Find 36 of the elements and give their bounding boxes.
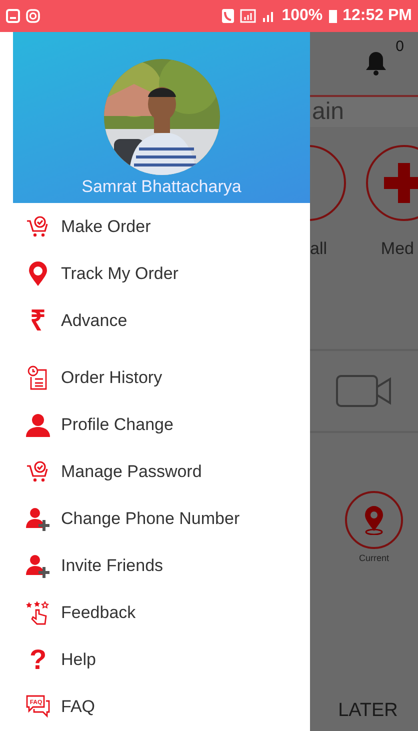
help-icon: ? xyxy=(25,646,51,672)
call-icon xyxy=(222,9,234,23)
menu-item[interactable]: ? Help xyxy=(13,636,310,683)
clock: 12:52 PM xyxy=(342,7,412,25)
notification-icon[interactable] xyxy=(364,50,388,76)
add-person-icon xyxy=(25,552,51,578)
menu-item[interactable]: ₹ Advance xyxy=(13,297,310,344)
menu-item[interactable]: Manage Password xyxy=(13,448,310,495)
battery-icon xyxy=(328,9,337,23)
video-icon[interactable] xyxy=(336,375,392,407)
location-label: Current xyxy=(358,553,389,563)
user-name: Samrat Bhattacharya xyxy=(82,177,242,197)
add-person-icon xyxy=(25,506,51,532)
location-button[interactable] xyxy=(345,491,403,549)
location-pin-icon xyxy=(362,505,386,535)
menu-item[interactable]: Make Order xyxy=(13,203,310,250)
cart-icon xyxy=(25,458,51,484)
category-label: Med xyxy=(380,239,414,260)
menu-item[interactable]: Change Phone Number xyxy=(13,495,310,542)
gallery-icon xyxy=(6,9,20,23)
currency-icon: ₹ xyxy=(25,308,51,334)
battery-percent: 100% xyxy=(282,7,323,25)
menu-item[interactable]: Profile Change xyxy=(13,401,310,448)
sim-icon xyxy=(240,9,256,23)
cart-icon xyxy=(25,214,51,240)
person-icon xyxy=(25,412,51,438)
cross-icon xyxy=(384,163,418,203)
notification-count: 0 xyxy=(396,38,404,55)
feedback-icon xyxy=(25,600,51,626)
category-label: all xyxy=(310,239,328,260)
menu-item[interactable]: Invite Friends xyxy=(13,542,310,589)
menu-item[interactable]: Track My Order xyxy=(13,250,310,297)
camera-icon xyxy=(26,9,40,23)
signal-icon xyxy=(262,9,276,23)
menu-item[interactable]: Order History xyxy=(13,354,310,401)
menu-item[interactable]: Feedback xyxy=(13,589,310,636)
